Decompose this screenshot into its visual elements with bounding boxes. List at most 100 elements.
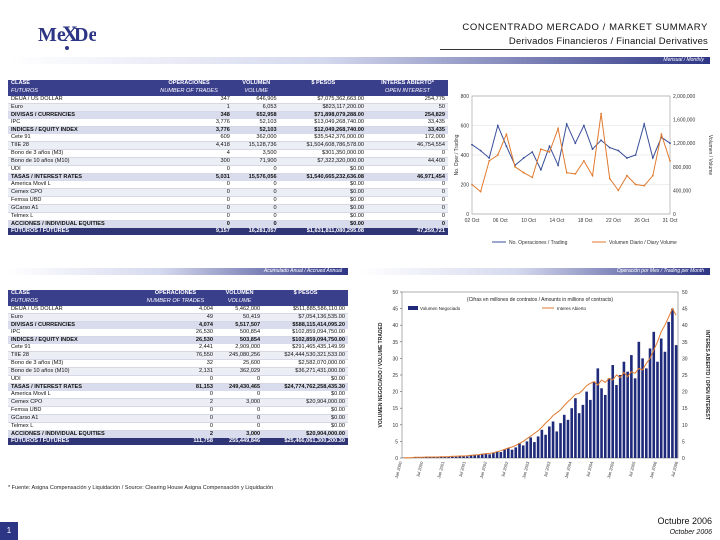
- trading-banner-label: Operación por Mes / Trading per Month: [616, 268, 704, 274]
- bar: [562, 414, 566, 458]
- cell-name: DEUA / US DOLLAR: [8, 306, 135, 314]
- y2-tick-label: 5: [682, 439, 685, 445]
- x-tick-label: 14 Oct: [549, 218, 564, 224]
- cell-pesos: $0.00: [279, 220, 368, 228]
- cell-vol: 362,000: [232, 134, 280, 142]
- cell-oi: 172,000: [367, 134, 448, 142]
- col-subheader-pesos: [263, 298, 348, 306]
- bar: [641, 358, 644, 458]
- y-tick-label: 35: [392, 340, 398, 346]
- cell-vol: 0: [232, 196, 280, 205]
- cell-name: DIVISAS / CURRENCIES: [8, 321, 135, 329]
- series-point: [471, 183, 473, 186]
- series-point: [600, 139, 603, 142]
- header-rule: [440, 49, 708, 50]
- table-header-row: CLASE OPERACIONES VOLUMEN $ PESOS: [8, 290, 348, 298]
- cell-vol: 255,449,846: [215, 438, 264, 445]
- cell-vol: 0: [232, 181, 280, 189]
- cell-vol: 3,000: [215, 398, 264, 407]
- cell-oi: 0: [367, 212, 448, 221]
- subtitle-text: Derivados Financieros / Financial Deriva…: [508, 36, 708, 47]
- cell-ops: 4,418: [145, 141, 233, 150]
- x-tick-label: Jan 2002: [479, 460, 488, 479]
- x-tick-label: 31 Oct: [663, 218, 678, 224]
- y-tick-label: 20: [392, 390, 398, 396]
- cell-ops: 0: [145, 188, 233, 197]
- series-point: [583, 160, 585, 162]
- bar: [488, 454, 491, 458]
- cell-ops: 3,776: [145, 119, 233, 127]
- cell-name: Cemex CPO: [8, 188, 146, 197]
- cell-oi: 33,435: [367, 119, 448, 127]
- bar: [544, 434, 547, 458]
- col-header-trades: OPERACIONES: [145, 80, 233, 88]
- y2-tick-label: 800,000: [673, 165, 691, 171]
- col-subheader-class: FUTUROS: [8, 88, 146, 96]
- y2-tick-label: 10: [682, 423, 688, 429]
- series-point: [522, 157, 525, 159]
- cell-name: ACCIONES / INDIVIDUAL EQUITIES: [8, 430, 135, 438]
- col-subheader-trades: NUMBER OF TRADES: [134, 298, 216, 306]
- table-subtotal-row: ACCIONES / INDIVIDUAL EQUITIES 2 3,000 $20,…: [8, 430, 348, 438]
- cell-name: Bono de 3 años (M3): [8, 149, 146, 158]
- cell-oi: 0: [367, 165, 448, 174]
- x-tick-label: Jul 2001: [458, 460, 467, 477]
- annual-banner: Acumulado Anual / Accrued Annual: [8, 268, 348, 275]
- cell-vol: 6,053: [232, 103, 280, 112]
- y2-axis-title: Volumen / Volume: [707, 135, 713, 176]
- bar: [525, 441, 529, 458]
- bar: [637, 341, 641, 458]
- col-header-volume: VOLUMEN: [232, 80, 280, 88]
- legend-swatch-bars: [408, 306, 418, 310]
- cell-vol: 0: [232, 220, 280, 228]
- cell-vol: 5,462,000: [215, 306, 264, 314]
- cell-oi: 0: [367, 220, 448, 228]
- bar: [577, 413, 581, 458]
- series-point: [522, 171, 525, 174]
- table-row: Bono de 3 años (M3) 32 25,600 $2,582,070,00…: [8, 359, 348, 368]
- cell-pesos: $0.00: [279, 181, 368, 189]
- y-tick-label: 10: [392, 423, 398, 429]
- bar: [521, 445, 525, 458]
- cell-name: Cemex CPO: [8, 398, 135, 407]
- table-row: IPC 26,530 500,854 $102,859,094,750.00: [8, 329, 348, 337]
- cell-name: America Movil L: [8, 391, 135, 399]
- bar: [458, 456, 462, 458]
- mexder-logo: Me X Der: [38, 21, 96, 50]
- cell-name: Femsa UBD: [8, 406, 135, 415]
- bar: [622, 361, 626, 458]
- series-point: [643, 123, 646, 125]
- series-point: [548, 151, 551, 153]
- cell-vol: 2,909,000: [215, 344, 264, 352]
- y2-tick-label: 45: [682, 307, 688, 313]
- x-tick-label: 02 Oct: [465, 218, 480, 224]
- cell-ops: 4,004: [134, 306, 216, 314]
- cell-pesos: $588,115,414,095.20: [263, 321, 348, 329]
- cell-pesos: $24,444,530,321,533.00: [263, 351, 348, 360]
- series-point: [488, 157, 491, 159]
- series-point: [531, 176, 534, 179]
- cell-pesos: $0.00: [263, 375, 348, 384]
- cell-vol: 0: [232, 165, 280, 174]
- series-point: [565, 123, 568, 125]
- cell-vol: 52,103: [232, 119, 280, 127]
- table-row: GCarso A1 0 0 $0.00: [8, 414, 348, 423]
- series-point: [514, 165, 516, 168]
- cell-name: ACCIONES / INDIVIDUAL EQUITIES: [8, 220, 146, 228]
- x-tick-label: Jul 2002: [500, 460, 509, 477]
- cell-pesos: $71,898,079,288.00: [279, 111, 368, 119]
- table-row: Euro 1 6,053 $823,117,200.00 50: [8, 103, 448, 112]
- bar: [492, 453, 495, 458]
- cell-name: IPC: [8, 329, 135, 337]
- bar: [600, 388, 603, 458]
- y2-tick-label: 25: [682, 373, 688, 379]
- cell-vol: 16,281,057: [232, 228, 280, 235]
- cell-pesos: $102,859,094,750.00: [263, 329, 348, 337]
- monthly-banner-label: Mensual / Monthly: [663, 57, 704, 63]
- table-row: DEUA / US DOLLAR 4,004 5,462,000 $511,885,5…: [8, 306, 348, 314]
- bar: [477, 455, 480, 458]
- table-row: Telmex L 0 0 $0.00: [8, 422, 348, 431]
- table-row: TIIE 28 4,418 15,128,736 $1,504,608,786,578…: [8, 141, 448, 150]
- y-tick-label: 200: [461, 183, 470, 189]
- cell-vol: 0: [215, 414, 264, 423]
